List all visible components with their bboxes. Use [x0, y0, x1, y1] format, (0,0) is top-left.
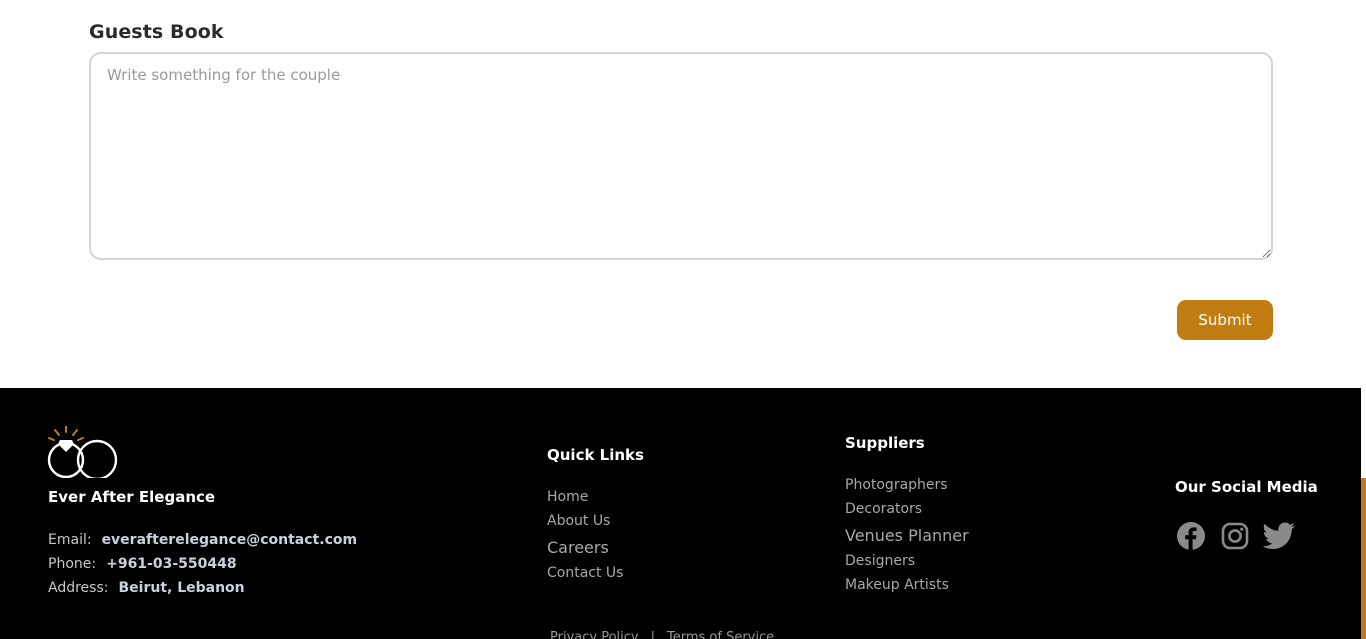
social-media-heading: Our Social Media — [1175, 478, 1318, 496]
legal-separator: | — [650, 630, 655, 639]
contact-email-row: Email: everafterelegance@contact.com — [48, 532, 357, 548]
page: Guests Book Submit Ever After Elegance E… — [0, 0, 1366, 639]
instagram-icon[interactable] — [1220, 521, 1250, 551]
suppliers-heading: Suppliers — [845, 434, 925, 452]
twitter-icon[interactable] — [1262, 521, 1296, 551]
submit-button[interactable]: Submit — [1177, 300, 1273, 340]
quick-link-contact-us[interactable]: Contact Us — [547, 565, 623, 581]
email-link[interactable]: everafterelegance@contact.com — [102, 532, 358, 548]
address-label: Address: — [48, 580, 109, 596]
footer: Ever After Elegance Email: everafterelega… — [0, 388, 1361, 639]
scrollbar-thumb[interactable] — [1361, 478, 1366, 639]
supplier-link-makeup-artists[interactable]: Makeup Artists — [845, 577, 949, 593]
contact-address-row: Address: Beirut, Lebanon — [48, 580, 245, 596]
terms-of-service-link[interactable]: Terms of Service — [667, 630, 774, 639]
phone-label: Phone: — [48, 556, 97, 572]
supplier-link-decorators[interactable]: Decorators — [845, 501, 922, 517]
supplier-link-photographers[interactable]: Photographers — [845, 477, 948, 493]
supplier-link-venues-planner[interactable]: Venues Planner — [845, 526, 969, 545]
quick-link-home[interactable]: Home — [547, 489, 588, 505]
guestbook-title: Guests Book — [89, 21, 224, 43]
phone-link[interactable]: +961-03-550448 — [106, 556, 237, 572]
privacy-policy-link[interactable]: Privacy Policy — [550, 630, 639, 639]
facebook-icon[interactable] — [1176, 521, 1206, 551]
contact-phone-row: Phone: +961-03-550448 — [48, 556, 237, 572]
supplier-link-designers[interactable]: Designers — [845, 553, 915, 569]
quick-link-about-us[interactable]: About Us — [547, 513, 610, 529]
quick-link-careers[interactable]: Careers — [547, 538, 609, 557]
quick-links-heading: Quick Links — [547, 446, 644, 464]
wedding-rings-icon — [47, 426, 118, 478]
address-value: Beirut, Lebanon — [118, 580, 245, 596]
legal-links: Privacy Policy | Terms of Service — [550, 630, 774, 639]
brand-name: Ever After Elegance — [48, 488, 216, 506]
email-label: Email: — [48, 532, 92, 548]
guestbook-message-input[interactable] — [89, 52, 1273, 260]
